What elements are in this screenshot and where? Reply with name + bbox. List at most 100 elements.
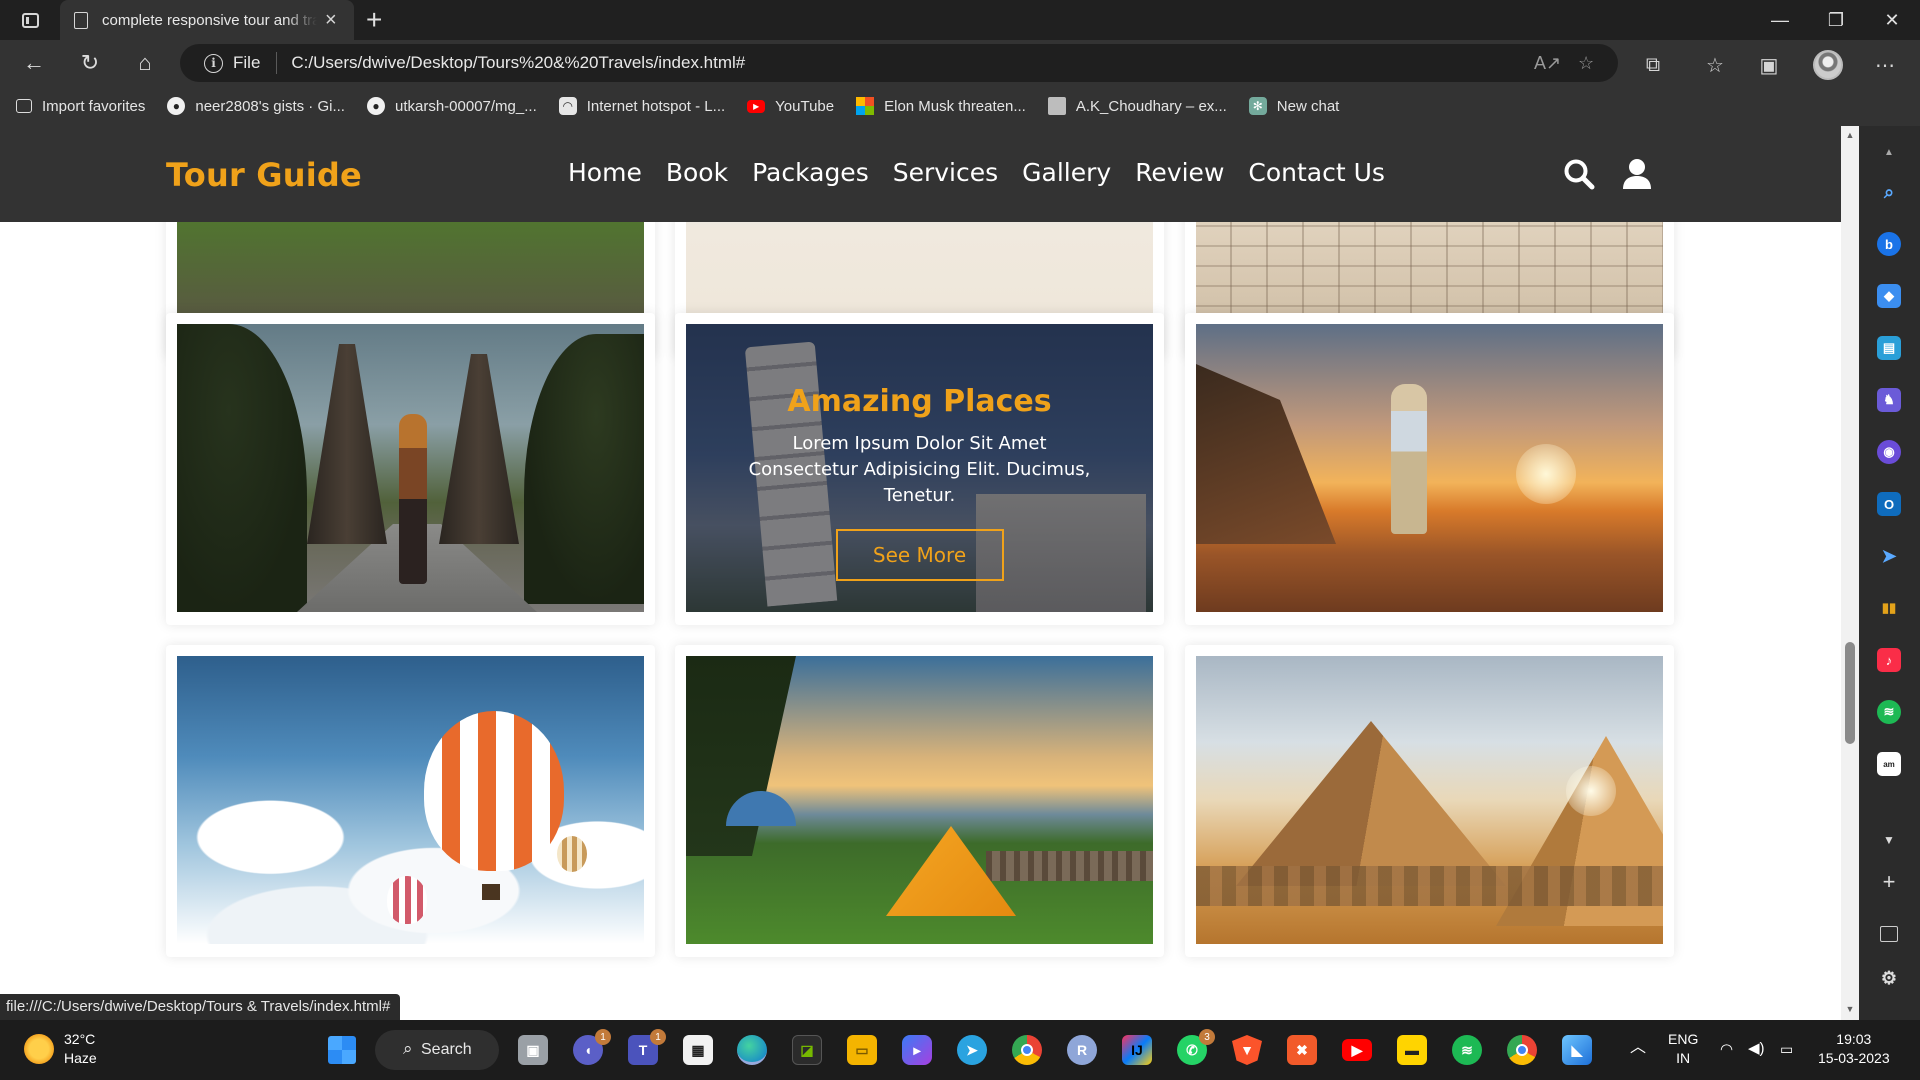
start-icon[interactable]	[328, 1036, 356, 1064]
close-window-button[interactable]: ✕	[1864, 0, 1920, 40]
nav-home[interactable]: Home	[568, 158, 642, 187]
youtube-taskbar-icon[interactable]: ▶	[1342, 1039, 1372, 1061]
profile-avatar[interactable]	[1813, 50, 1843, 80]
page-scrollbar[interactable]: ▲ ▼	[1841, 126, 1859, 1020]
sidebar-search-icon[interactable]: ⌕	[1877, 180, 1901, 204]
nav-gallery[interactable]: Gallery	[1022, 158, 1111, 187]
sticky-notes-icon[interactable]: ▬	[1397, 1035, 1427, 1065]
language-indicator[interactable]: ENG IN	[1668, 1030, 1698, 1068]
nav-services[interactable]: Services	[893, 158, 998, 187]
minimize-button[interactable]: —	[1752, 0, 1808, 40]
teams-icon[interactable]: T1	[628, 1029, 666, 1065]
search-icon[interactable]	[1563, 158, 1595, 190]
spotify-sidebar-icon[interactable]: ≋	[1877, 700, 1901, 724]
site-logo[interactable]: Tour Guide	[166, 156, 362, 194]
favorite-label: utkarsh-00007/mg_...	[394, 97, 537, 115]
url-field[interactable]: i File C:/Users/dwive/Desktop/Tours%20&%…	[180, 44, 1618, 82]
favorite-youtube[interactable]: ▸ YouTube	[747, 98, 834, 115]
favorite-import[interactable]: Import favorites	[16, 98, 145, 115]
music-icon[interactable]: ♪	[1877, 648, 1901, 672]
sidebar-more-arrow-icon[interactable]: ▼	[1877, 828, 1901, 852]
see-more-button[interactable]: See More	[835, 529, 1004, 581]
shopping-icon[interactable]: ◆	[1877, 284, 1901, 308]
sidebar-add-icon[interactable]: +	[1877, 869, 1901, 894]
charts-icon[interactable]: ▮▮	[1877, 596, 1901, 620]
file-explorer-icon[interactable]: ▭	[847, 1035, 877, 1065]
nvidia-icon[interactable]: ◪	[792, 1035, 822, 1065]
add-favorite-icon[interactable]: ☆	[1578, 53, 1594, 74]
scroll-up-arrow[interactable]: ▲	[1841, 130, 1859, 140]
amazon-music-icon[interactable]: am	[1877, 752, 1901, 776]
gallery-card[interactable]	[166, 313, 655, 625]
new-tab-button[interactable]: +	[366, 4, 382, 36]
scrollbar-thumb[interactable]	[1845, 642, 1855, 744]
gallery-card[interactable]	[1185, 313, 1674, 625]
favorite-new-chat[interactable]: ✻ New chat	[1248, 97, 1339, 115]
extensions-icon[interactable]: ⧉	[1638, 52, 1668, 78]
intellij-icon[interactable]: IJ	[1122, 1035, 1152, 1065]
teams-chat-icon[interactable]: ◖ 1	[573, 1029, 611, 1065]
outlook-icon[interactable]: O	[1877, 492, 1901, 516]
refresh-button[interactable]: ↻	[72, 48, 108, 78]
chrome-icon[interactable]	[1012, 1035, 1042, 1065]
tab-close-button[interactable]: ×	[325, 10, 337, 30]
task-view-icon[interactable]: ▣	[518, 1035, 548, 1065]
brave-icon[interactable]: ▼	[1232, 1035, 1262, 1065]
restore-button[interactable]: ❐	[1808, 0, 1864, 40]
home-button[interactable]: ⌂	[127, 48, 163, 78]
nav-book[interactable]: Book	[666, 158, 728, 187]
favorites-icon[interactable]: ☆	[1700, 52, 1730, 78]
browser-tab[interactable]: complete responsive tour and tra ×	[60, 0, 354, 40]
favorite-utkarsh[interactable]: ● utkarsh-00007/mg_...	[366, 97, 537, 115]
gallery-card[interactable]	[1185, 645, 1674, 957]
office-icon[interactable]: ◉	[1877, 440, 1901, 464]
volume-icon[interactable]: ◀)	[1748, 1039, 1765, 1058]
telegram-icon[interactable]: ➤	[957, 1035, 987, 1065]
nav-packages[interactable]: Packages	[752, 158, 869, 187]
favorite-choudhary[interactable]: A.K_Choudhary – ex...	[1047, 97, 1227, 115]
telegram-sidebar-icon[interactable]: ➤	[1877, 544, 1901, 568]
sidebar-settings-icon[interactable]: ⚙	[1877, 966, 1901, 990]
file-label: File	[233, 53, 261, 72]
app-x-icon[interactable]: ✖	[1287, 1035, 1317, 1065]
gallery-card-hovered[interactable]: Amazing Places Lorem Ipsum Dolor Sit Ame…	[675, 313, 1164, 625]
user-icon[interactable]	[1622, 158, 1652, 190]
wifi-tray-icon[interactable]: ◠	[1720, 1040, 1733, 1059]
sidebar-hide-icon[interactable]	[1880, 926, 1898, 942]
favorite-gists[interactable]: ● neer2808's gists · Gi...	[167, 97, 345, 115]
favorite-hotspot[interactable]: ◠ Internet hotspot - L...	[558, 97, 725, 115]
more-options-icon[interactable]: ⋯	[1870, 52, 1900, 78]
edge-icon[interactable]	[737, 1035, 767, 1065]
scroll-down-arrow[interactable]: ▼	[1841, 1004, 1859, 1014]
bing-icon[interactable]: b	[1877, 232, 1901, 256]
favorite-label: Elon Musk threaten...	[884, 97, 1026, 115]
image-detail	[1516, 444, 1576, 504]
collections-icon[interactable]: ▣	[1754, 52, 1784, 78]
r-app-icon[interactable]: R	[1067, 1035, 1097, 1065]
nav-review[interactable]: Review	[1135, 158, 1224, 187]
weather-widget[interactable]: 32°C Haze	[24, 1030, 97, 1068]
taskbar-search[interactable]: ⌕ Search	[375, 1030, 499, 1070]
gallery-card[interactable]	[675, 645, 1164, 957]
tools-icon[interactable]: ▤	[1877, 336, 1901, 360]
nav-contact-us[interactable]: Contact Us	[1248, 158, 1385, 187]
favorite-elon[interactable]: Elon Musk threaten...	[856, 97, 1026, 115]
tab-actions-button[interactable]	[14, 8, 46, 32]
gallery-card[interactable]	[166, 645, 655, 957]
sidebar-collapse-icon[interactable]: ▲	[1877, 140, 1901, 164]
spotify-icon[interactable]: ≋	[1452, 1035, 1482, 1065]
read-aloud-icon[interactable]: A↗	[1534, 53, 1561, 74]
favorite-label: neer2808's gists · Gi...	[195, 97, 345, 115]
games-icon[interactable]: ♞	[1877, 388, 1901, 412]
photos-icon[interactable]: ◣	[1562, 1035, 1592, 1065]
store-icon[interactable]: ▦	[683, 1035, 713, 1065]
chrome-profile-icon[interactable]	[1507, 1035, 1537, 1065]
tray-overflow-icon[interactable]: ︿	[1630, 1038, 1646, 1057]
github-icon: ●	[366, 97, 385, 115]
clipchamp-icon[interactable]: ▸	[902, 1035, 932, 1065]
clock[interactable]: 19:03 15-03-2023	[1818, 1030, 1890, 1068]
info-icon[interactable]: i	[204, 53, 223, 73]
back-button[interactable]: ←	[16, 48, 52, 78]
whatsapp-icon[interactable]: ✆ 3	[1177, 1029, 1215, 1065]
battery-icon[interactable]: ▭	[1780, 1040, 1793, 1059]
